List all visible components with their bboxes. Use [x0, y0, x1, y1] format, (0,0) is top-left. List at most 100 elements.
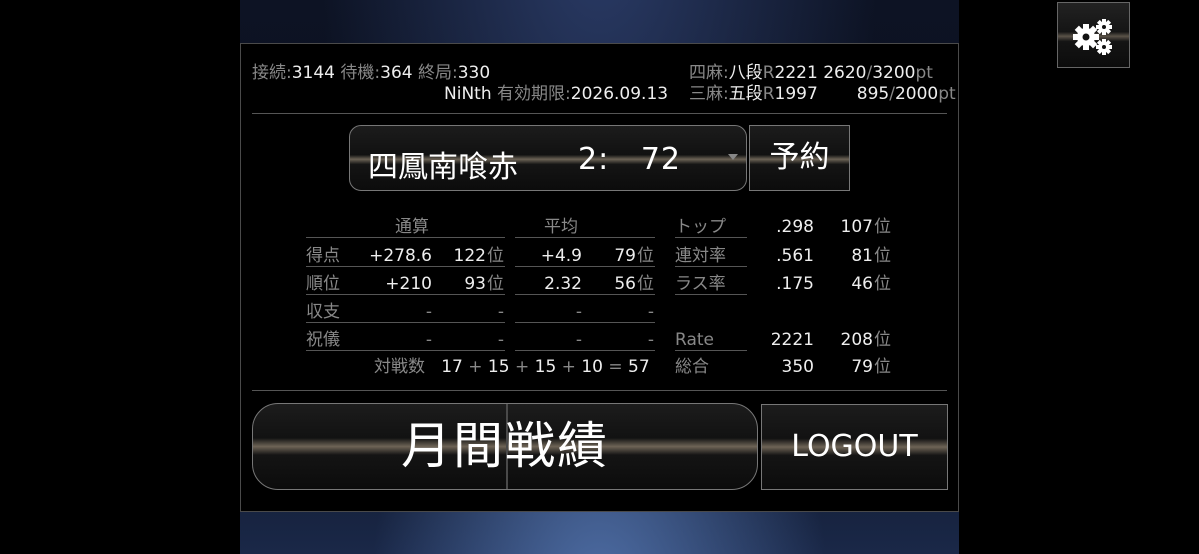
row-label: 得点: [306, 246, 340, 266]
total-value: -: [425, 330, 432, 350]
three-player-rate-label: R: [762, 84, 775, 104]
match-count-row: 対戦数 17 + 15 + 15 + 10 = 57: [374, 357, 650, 377]
row-underline: [515, 294, 655, 295]
reserve-button[interactable]: 予約: [749, 125, 850, 191]
row-label: 総合: [675, 357, 709, 377]
rank-suffix: 位: [487, 274, 504, 294]
match-count-3: 15: [534, 357, 557, 377]
four-player-pt-max: 3200: [872, 63, 916, 83]
monthly-stats-button[interactable]: 月間戦績: [252, 403, 758, 490]
rank-suffix: 位: [874, 274, 891, 294]
row-label: トップ: [675, 217, 726, 237]
four-player-pt-unit: pt: [915, 63, 933, 83]
row-label: 収支: [306, 302, 340, 322]
total-rank: 93: [464, 274, 486, 294]
value: .561: [776, 246, 814, 266]
footer-divider: [252, 390, 947, 391]
expiry-value: 2026.09.13: [570, 84, 669, 104]
username: NiNth: [444, 84, 492, 104]
four-player-rank: 八段: [728, 63, 763, 83]
row-label: 順位: [306, 274, 340, 294]
rank-suffix: 位: [874, 330, 891, 350]
value: 350: [781, 357, 814, 377]
row-underline: [515, 322, 655, 323]
three-player-rate: 1997: [774, 84, 818, 104]
rank: 107: [840, 217, 873, 237]
row-underline: [306, 266, 505, 267]
end-label: 終局:: [418, 63, 458, 83]
gears-icon: [1073, 19, 1112, 55]
avg-value: +4.9: [540, 246, 582, 266]
match-count-label: 対戦数: [374, 357, 425, 377]
row-underline: [675, 237, 747, 238]
rank: 79: [851, 357, 873, 377]
monthly-stats-label: 月間戦績: [401, 417, 609, 475]
match-total: 57: [628, 357, 650, 377]
row-underline: [675, 350, 747, 351]
col-avg-underline: [515, 237, 655, 238]
row-underline: [306, 294, 505, 295]
avg-value: -: [575, 330, 582, 350]
four-player-rank-row: 四麻:八段R2221 2620/3200pt: [689, 63, 933, 83]
rank: 81: [851, 246, 873, 266]
room-count: 2: 72: [578, 142, 681, 177]
row-label: ラス率: [675, 274, 726, 294]
avg-rank: -: [647, 302, 654, 322]
settings-button[interactable]: [1057, 2, 1130, 68]
total-value: +210: [385, 274, 432, 294]
match-count-4: 10: [581, 357, 603, 377]
chevron-down-icon: [728, 154, 738, 160]
col-avg-header: 平均: [544, 217, 578, 237]
total-rank: -: [497, 330, 504, 350]
four-player-label: 四麻:: [689, 63, 729, 83]
value: .298: [776, 217, 814, 237]
end-value: 330: [457, 63, 491, 83]
four-player-rate-label: R: [762, 63, 775, 83]
rank-suffix: 位: [874, 217, 891, 237]
match-count-1: 17: [441, 357, 463, 377]
total-value: +278.6: [369, 246, 432, 266]
plus-sign: +: [561, 357, 576, 377]
row-underline: [306, 322, 505, 323]
room-select[interactable]: 四鳳南喰赤 2: 72: [349, 125, 747, 191]
rank: 46: [851, 274, 873, 294]
avg-rank: 56: [614, 274, 636, 294]
rank-suffix: 位: [874, 246, 891, 266]
avg-value: 2.32: [544, 274, 582, 294]
rank-suffix: 位: [874, 357, 891, 377]
wait-label: 待機:: [340, 63, 381, 83]
logout-button[interactable]: LOGOUT: [761, 404, 948, 490]
total-rank: -: [497, 302, 504, 322]
equals-sign: =: [608, 357, 623, 377]
row-underline: [515, 350, 655, 351]
col-total-underline: [306, 237, 505, 238]
four-player-rate: 2221: [774, 63, 818, 83]
row-underline: [675, 294, 747, 295]
row-underline: [675, 266, 747, 267]
value: .175: [776, 274, 814, 294]
plus-sign: +: [468, 357, 483, 377]
room-table-count: 2:: [578, 142, 610, 177]
connection-stats: 接続:3144 待機:364 終局:330: [252, 63, 490, 83]
total-value: -: [425, 302, 432, 322]
expiry-label: 有効期限:: [497, 84, 571, 104]
three-player-label: 三麻:: [689, 84, 729, 104]
three-player-pt: 895: [856, 84, 890, 104]
row-underline: [306, 350, 505, 351]
header-divider: [252, 113, 947, 114]
room-wait-count: 72: [640, 142, 681, 177]
row-label: 祝儀: [306, 330, 340, 350]
match-count-2: 15: [487, 357, 510, 377]
connect-value: 3144: [291, 63, 335, 83]
rank: 208: [840, 330, 873, 350]
account-info: NiNth 有効期限:2026.09.13: [444, 84, 668, 104]
total-rank: 122: [453, 246, 486, 266]
avg-value: -: [575, 302, 582, 322]
rank-suffix: 位: [637, 246, 654, 266]
col-total-header: 通算: [395, 217, 429, 237]
three-player-pt-max: 2000: [894, 84, 939, 104]
plus-sign: +: [514, 357, 530, 377]
row-underline: [515, 266, 655, 267]
room-name: 四鳳南喰赤: [368, 150, 518, 185]
wait-value: 364: [380, 63, 413, 83]
